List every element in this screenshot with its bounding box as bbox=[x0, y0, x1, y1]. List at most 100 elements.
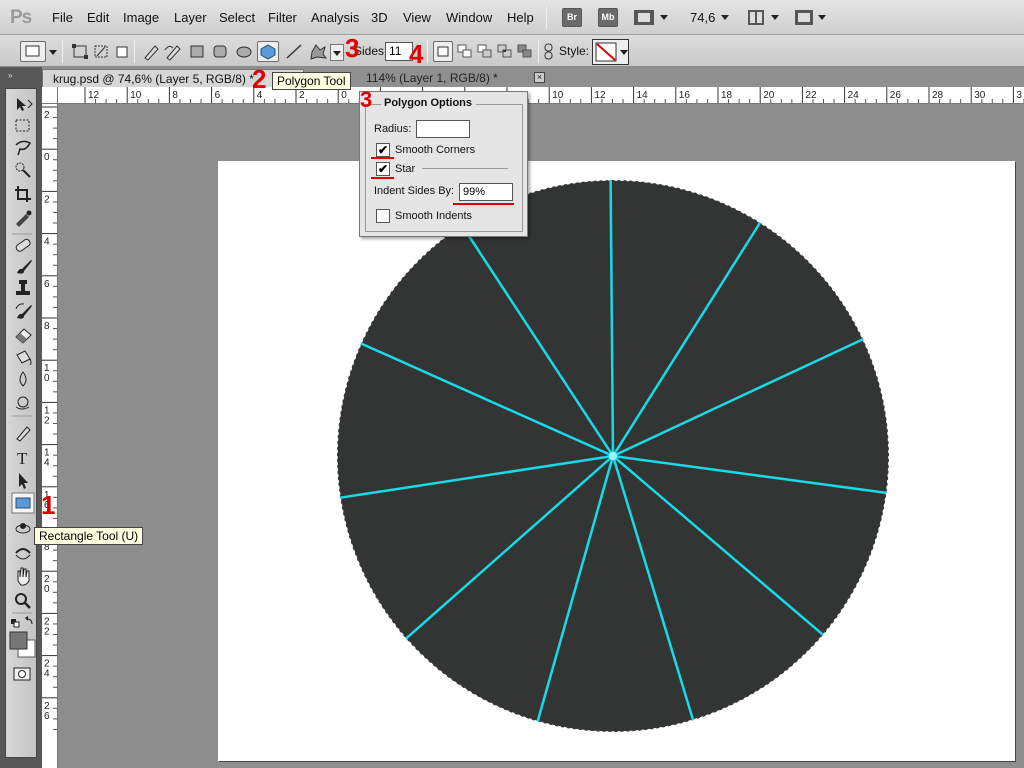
smooth-corners-label: Smooth Corners bbox=[395, 144, 476, 156]
smooth-corners-checkbox[interactable]: ✔ bbox=[376, 143, 390, 157]
horizontal-ruler[interactable]: 121086420246810121416182022242628303 bbox=[58, 87, 1024, 104]
path-selection-tool-icon[interactable] bbox=[19, 473, 28, 489]
chevron-down-icon[interactable] bbox=[49, 50, 57, 55]
smooth-indents-label: Smooth Indents bbox=[395, 210, 473, 222]
star-checkbox[interactable]: ✔ bbox=[376, 162, 390, 176]
ruler-label: 10 bbox=[130, 90, 142, 101]
fill-pixels-button[interactable] bbox=[111, 41, 133, 62]
paths-button[interactable] bbox=[90, 41, 112, 62]
mini-bridge-button[interactable]: Mb bbox=[598, 8, 618, 27]
arrange-documents-icon[interactable] bbox=[747, 9, 765, 26]
menu-3d[interactable]: 3D bbox=[371, 10, 388, 25]
geometry-options-dropdown[interactable] bbox=[330, 44, 344, 61]
quick-selection-tool-icon[interactable] bbox=[15, 162, 31, 178]
swap-colors-icon[interactable] bbox=[25, 616, 33, 625]
default-colors-icon[interactable] bbox=[11, 619, 20, 628]
canvas-workspace[interactable] bbox=[58, 104, 1024, 768]
star-center bbox=[609, 452, 617, 460]
ellipse-shape-icon[interactable] bbox=[233, 41, 255, 62]
paint-bucket-tool-icon[interactable] bbox=[16, 350, 32, 366]
move-tool-icon[interactable] bbox=[17, 98, 33, 111]
hand-tool-icon[interactable] bbox=[17, 567, 30, 586]
type-tool-icon[interactable]: T bbox=[17, 449, 28, 468]
rectangle-tool-icon[interactable] bbox=[11, 492, 35, 514]
custom-shape-icon[interactable] bbox=[306, 41, 328, 62]
foreground-color-swatch[interactable] bbox=[9, 631, 28, 650]
options-bar: Sides: 11 Style: bbox=[0, 35, 1024, 67]
ruler-label: 24 bbox=[848, 90, 860, 101]
menu-filter[interactable]: Filter bbox=[268, 10, 297, 25]
clone-stamp-tool-icon[interactable] bbox=[16, 280, 30, 295]
blur-tool-icon[interactable] bbox=[19, 371, 27, 387]
vertical-ruler[interactable]: 202468101214161820222426 bbox=[42, 104, 58, 768]
line-shape-icon[interactable] bbox=[283, 41, 305, 62]
menu-image[interactable]: Image bbox=[123, 10, 159, 25]
menu-edit[interactable]: Edit bbox=[87, 10, 109, 25]
pen-tool-icon[interactable] bbox=[16, 426, 31, 442]
annotation-number-2: 2 bbox=[252, 64, 267, 94]
rounded-rectangle-icon[interactable] bbox=[209, 41, 231, 62]
freeform-pen-icon[interactable] bbox=[162, 41, 184, 62]
radius-input[interactable] bbox=[416, 120, 470, 138]
ruler-label: 0 bbox=[44, 584, 50, 595]
exclude-overlapping-button[interactable] bbox=[515, 41, 535, 62]
bridge-button[interactable]: Br bbox=[562, 8, 582, 27]
menu-help[interactable]: Help bbox=[507, 10, 534, 25]
screen-mode-icon[interactable] bbox=[794, 9, 814, 26]
ruler-label: 22 bbox=[805, 90, 817, 101]
3d-orbit-tool-icon[interactable] bbox=[15, 548, 31, 560]
tools-strip: T bbox=[9, 98, 36, 681]
ruler-label: 6 bbox=[215, 90, 221, 101]
menu-select[interactable]: Select bbox=[219, 10, 255, 25]
ruler-origin[interactable] bbox=[42, 87, 58, 104]
chevron-down-icon[interactable] bbox=[771, 15, 779, 20]
smooth-indents-checkbox[interactable] bbox=[376, 209, 390, 223]
brush-tool-icon[interactable] bbox=[17, 260, 32, 274]
subtract-from-shape-area-button[interactable] bbox=[475, 41, 495, 62]
polygon-shape-icon[interactable] bbox=[257, 41, 279, 62]
eyedropper-tool-icon[interactable] bbox=[16, 210, 32, 228]
intersect-shape-areas-button[interactable] bbox=[495, 41, 515, 62]
menu-file[interactable]: File bbox=[52, 10, 73, 25]
film-strip-icon[interactable] bbox=[633, 9, 655, 26]
close-icon[interactable]: × bbox=[534, 72, 545, 83]
menu-separator bbox=[546, 6, 547, 29]
pen-tool-icon[interactable] bbox=[140, 41, 162, 62]
document-tab-bar: krug.psd @ 74,6% (Layer 5, RGB/8) * 114%… bbox=[42, 67, 1024, 87]
polygon-options-title: Polygon Options bbox=[384, 97, 472, 109]
healing-brush-tool-icon[interactable] bbox=[15, 238, 31, 252]
chevron-down-icon[interactable] bbox=[818, 15, 826, 20]
polygon-tool-tooltip: Polygon Tool bbox=[272, 72, 351, 90]
crop-tool-icon[interactable] bbox=[15, 186, 31, 202]
eraser-tool-icon[interactable] bbox=[15, 328, 32, 344]
menu-view[interactable]: View bbox=[403, 10, 431, 25]
menu-analysis[interactable]: Analysis bbox=[311, 10, 359, 25]
indent-sides-input[interactable]: 99% bbox=[459, 183, 513, 201]
marquee-tool-icon[interactable] bbox=[15, 119, 30, 132]
chevron-down-icon[interactable] bbox=[721, 15, 729, 20]
menu-window[interactable]: Window bbox=[446, 10, 492, 25]
zoom-level[interactable]: 74,6 bbox=[690, 10, 715, 25]
collapse-arrows-icon[interactable]: » bbox=[8, 71, 13, 80]
add-to-shape-area-button[interactable] bbox=[455, 41, 475, 62]
3d-rotate-tool-icon[interactable] bbox=[15, 523, 31, 534]
tool-preset-picker[interactable] bbox=[20, 41, 46, 62]
zoom-tool-icon[interactable] bbox=[15, 593, 31, 609]
rectangle-shape-icon[interactable] bbox=[186, 41, 208, 62]
lasso-tool-icon[interactable] bbox=[15, 140, 32, 156]
ruler-label: 2 bbox=[44, 110, 50, 121]
shape-layers-button[interactable] bbox=[69, 41, 91, 62]
red-underline bbox=[371, 157, 394, 159]
quick-mask-icon[interactable] bbox=[13, 667, 31, 681]
document-canvas[interactable] bbox=[218, 161, 1015, 761]
history-brush-tool-icon[interactable] bbox=[15, 303, 32, 319]
link-icon[interactable] bbox=[543, 43, 555, 61]
menu-layer[interactable]: Layer bbox=[174, 10, 207, 25]
style-picker[interactable] bbox=[592, 39, 629, 65]
create-new-shape-layer-button[interactable] bbox=[433, 41, 453, 62]
annotation-number-1: 1 bbox=[41, 490, 56, 520]
options-separator bbox=[538, 40, 539, 63]
dodge-tool-icon[interactable] bbox=[15, 396, 30, 410]
chevron-down-icon[interactable] bbox=[660, 15, 668, 20]
tab-second-document[interactable]: 114% (Layer 1, RGB/8) * × bbox=[366, 69, 556, 87]
